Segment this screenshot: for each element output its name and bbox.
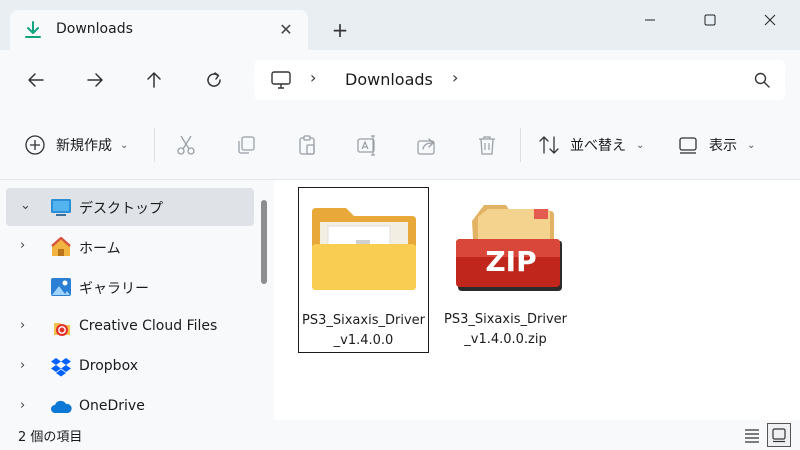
tab-title: Downloads (56, 21, 133, 37)
close-tab-icon[interactable]: ✕ (274, 18, 298, 42)
sidebar-item-label: デスクトップ (79, 201, 163, 217)
folder-icon (312, 208, 416, 290)
download-icon (25, 21, 41, 38)
sort-label: 並べ替え (570, 138, 626, 154)
chevron-right-icon[interactable]: › (452, 68, 458, 87)
sidebar-item-label: ギャラリー (79, 281, 149, 297)
share-button[interactable] (415, 133, 439, 157)
scissors-icon (177, 135, 195, 155)
arrow-left-icon (28, 73, 44, 87)
minimize-icon (645, 19, 655, 21)
sidebar-item-dropbox[interactable]: › Dropbox (6, 348, 254, 386)
chevron-right-icon[interactable]: › (20, 398, 25, 413)
rename-button[interactable] (355, 133, 379, 157)
sort-arrows-icon (539, 136, 559, 154)
refresh-icon (207, 72, 221, 87)
chevron-right-icon[interactable]: › (20, 318, 25, 333)
minimize-button[interactable] (620, 0, 680, 40)
sidebar-item-desktop[interactable]: ⌄ デスクトップ (6, 188, 254, 226)
command-bar: 新規作成 ⌄ 並べ替え ⌄ 表示 ⌄ (0, 110, 800, 180)
view-button[interactable]: 表示 ⌄ (677, 132, 755, 158)
tab-downloads[interactable]: Downloads ✕ (10, 10, 308, 50)
chevron-right-icon[interactable]: › (20, 358, 25, 373)
chevron-right-icon[interactable]: › (20, 238, 25, 253)
file-view: PS3_Sixaxis_Driver_v1.4.0.0 ZIP PS3_Sixa… (274, 180, 800, 420)
arrow-up-icon (147, 72, 161, 88)
sidebar-item-label: Creative Cloud Files (79, 318, 218, 334)
sidebar-scrollbar[interactable] (261, 200, 267, 284)
chevron-down-icon: ⌄ (120, 139, 129, 151)
search-icon[interactable] (753, 71, 771, 89)
maximize-button[interactable] (680, 0, 740, 40)
chevron-down-icon: ⌄ (636, 139, 645, 151)
clipboard-icon (299, 135, 315, 155)
copy-button[interactable] (234, 133, 258, 157)
file-item-folder[interactable]: PS3_Sixaxis_Driver_v1.4.0.0 (298, 187, 429, 353)
sidebar-item-home[interactable]: › ホーム (6, 228, 254, 266)
new-tab-button[interactable]: + (328, 18, 352, 42)
up-button[interactable] (136, 62, 172, 98)
creative-cloud-icon (54, 323, 70, 336)
divider (520, 128, 521, 162)
details-view-button[interactable] (740, 423, 764, 447)
view-label: 表示 (709, 138, 737, 154)
this-pc-icon[interactable] (270, 70, 292, 90)
list-view-icon (745, 429, 759, 443)
sidebar-item-creative-cloud[interactable]: › Creative Cloud Files (6, 308, 254, 346)
navigation-bar: › Downloads › (0, 50, 800, 110)
view-layout-icon (679, 137, 697, 154)
file-item-zip[interactable]: ZIP PS3_Sixaxis_Driver_v1.4.0.0.zip (441, 187, 572, 353)
close-window-button[interactable] (740, 0, 800, 40)
delete-button[interactable] (475, 133, 499, 157)
title-bar: Downloads ✕ + (0, 0, 800, 50)
copy-icon (238, 136, 255, 154)
paste-button[interactable] (295, 133, 319, 157)
file-name: PS3_Sixaxis_Driver_v1.4.0.0.zip (444, 312, 567, 347)
rename-icon (357, 135, 375, 156)
dropbox-icon (51, 358, 71, 377)
status-bar: 2 個の項目 (0, 420, 800, 450)
refresh-button[interactable] (196, 62, 232, 98)
trash-icon (479, 136, 495, 155)
sidebar-item-gallery[interactable]: ギャラリー (6, 268, 254, 306)
maximize-icon (704, 14, 716, 26)
back-button[interactable] (18, 62, 54, 98)
sidebar-item-label: OneDrive (79, 398, 145, 414)
item-count: 2 個の項目 (18, 430, 83, 445)
onedrive-icon (51, 400, 72, 413)
sidebar-item-label: ホーム (79, 241, 121, 257)
tile-view-icon (772, 428, 786, 443)
sort-button[interactable]: 並べ替え ⌄ (538, 132, 644, 158)
desktop-icon (51, 199, 71, 216)
arrow-right-icon (87, 73, 103, 87)
gallery-icon (51, 278, 71, 296)
navigation-pane: ⌄ デスクトップ › ホーム ギャラリー › Creative Cloud Fi… (0, 180, 274, 420)
new-label: 新規作成 (56, 138, 112, 154)
file-name: PS3_Sixaxis_Driver_v1.4.0.0 (302, 313, 425, 348)
zip-badge: ZIP (485, 245, 537, 278)
sidebar-item-label: Dropbox (79, 358, 138, 374)
chevron-down-icon[interactable]: ⌄ (20, 198, 31, 213)
new-button[interactable]: 新規作成 ⌄ (24, 132, 128, 158)
forward-button[interactable] (77, 62, 113, 98)
share-icon (417, 138, 435, 155)
chevron-right-icon[interactable]: › (310, 68, 316, 87)
close-icon (764, 14, 776, 26)
address-location[interactable]: Downloads (345, 70, 433, 89)
plus-circle-icon (25, 135, 45, 155)
divider (154, 128, 155, 162)
cut-button[interactable] (174, 133, 198, 157)
large-icons-view-button[interactable] (767, 423, 791, 447)
home-icon (51, 237, 71, 256)
address-bar[interactable]: › Downloads › (254, 60, 785, 100)
chevron-down-icon: ⌄ (747, 139, 756, 151)
